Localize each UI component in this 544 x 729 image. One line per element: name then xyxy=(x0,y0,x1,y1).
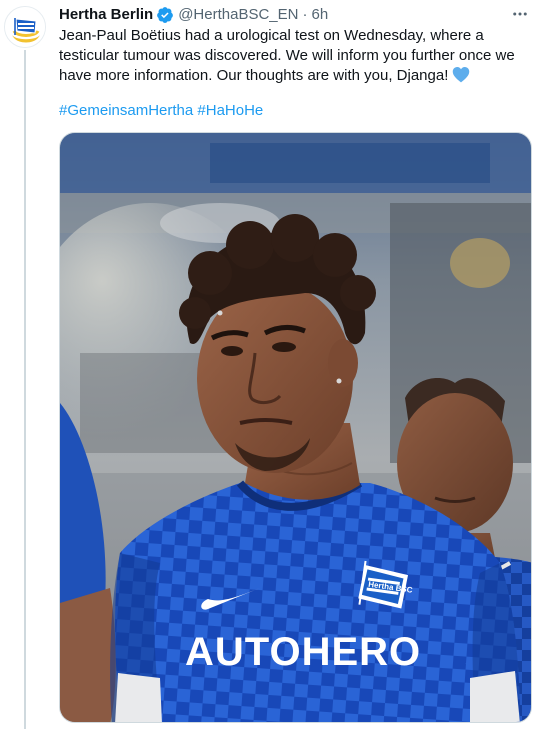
blue-heart-icon xyxy=(452,66,470,89)
tweet[interactable]: Hertha Berlin @HerthaBSC_EN · 6h Jean-Pa… xyxy=(0,0,544,729)
hertha-logo-icon xyxy=(5,7,45,47)
tweet-photo[interactable]: Hertha BSC AUTOHERO xyxy=(59,132,532,723)
tweet-header: Hertha Berlin @HerthaBSC_EN · 6h xyxy=(59,5,328,25)
hashtags: #GemeinsamHertha #HaHoHe xyxy=(59,101,263,121)
separator-dot: · xyxy=(302,6,308,23)
thread-connector-line xyxy=(24,50,26,729)
avatar[interactable] xyxy=(4,6,46,48)
tweet-body: Jean-Paul Boëtius had a urological test … xyxy=(59,27,515,84)
hashtag-gemeinsamhertha[interactable]: #GemeinsamHertha xyxy=(59,102,193,119)
jersey-sponsor-text: AUTOHERO xyxy=(185,630,421,674)
verified-badge-icon xyxy=(156,6,174,24)
timestamp[interactable]: 6h xyxy=(311,5,328,25)
author-name[interactable]: Hertha Berlin xyxy=(59,5,153,25)
author-handle[interactable]: @HerthaBSC_EN xyxy=(178,5,298,25)
player-photo: Hertha BSC AUTOHERO xyxy=(60,133,531,722)
more-options-icon[interactable] xyxy=(508,4,532,24)
hashtag-hahohe[interactable]: #HaHoHe xyxy=(197,102,263,119)
tweet-text: Jean-Paul Boëtius had a urological test … xyxy=(59,26,529,89)
